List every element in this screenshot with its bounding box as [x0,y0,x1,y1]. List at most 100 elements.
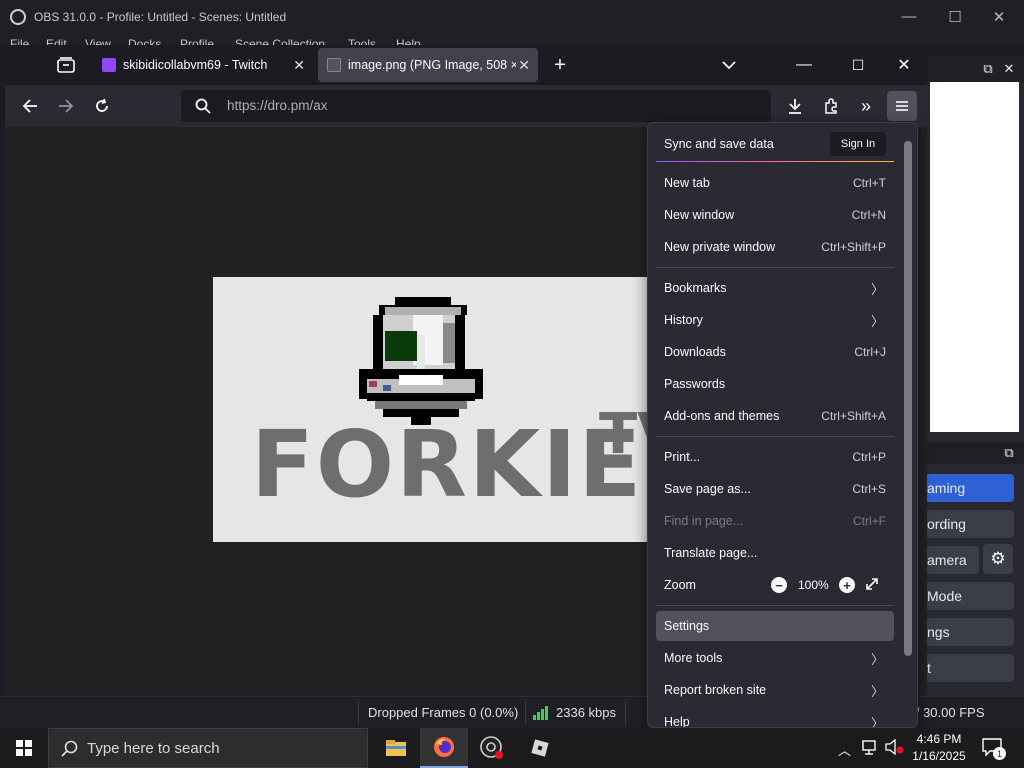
minimize-icon[interactable]: — [886,0,932,33]
menu-new-tab[interactable]: New tab Ctrl+T [656,168,894,198]
chevron-right-icon: 〉 [870,281,884,297]
menu-passwords[interactable]: Passwords [656,369,894,399]
taskbar-search-box[interactable]: Type here to search [48,728,368,768]
close-window-icon[interactable]: ✕ [893,54,915,76]
menu-downloads[interactable]: Downloads Ctrl+J [656,337,894,367]
navigation-toolbar: https://dro.pm/ax » [5,85,927,127]
settings-button[interactable]: ngs [925,618,1014,646]
overflow-chevrons-icon[interactable]: » [855,95,877,117]
menu-edit[interactable]: Edit [46,37,67,45]
chevron-up-icon[interactable]: ︿ [838,740,851,759]
gear-icon[interactable]: ⚙ [983,544,1013,574]
network-icon[interactable] [862,739,880,758]
start-recording-button[interactable]: ording [925,510,1014,538]
close-tab-icon[interactable]: ✕ [518,57,530,74]
shortcut: Ctrl+F [853,514,886,528]
menu-settings[interactable]: Settings [656,611,894,641]
menu-new-window[interactable]: New window Ctrl+N [656,200,894,230]
preview-dock-header: ⧉ ✕ [925,56,1024,82]
speaker-muted-icon[interactable] [885,738,905,758]
dock-close-icon[interactable]: ✕ [1000,60,1018,78]
windows-start-icon[interactable] [0,728,48,768]
menu-tools[interactable]: Tools [348,37,376,45]
roblox-icon[interactable] [516,728,564,768]
menu-addons-themes[interactable]: Add-ons and themes Ctrl+Shift+A [656,401,894,431]
studio-mode-button[interactable]: Mode [925,582,1014,610]
menu-label: Passwords [664,377,726,391]
menu-label: Translate page... [664,546,758,560]
hamburger-menu-icon[interactable] [887,91,917,121]
menu-docks[interactable]: Docks [128,37,161,45]
menu-label: Print... [664,450,701,464]
chevron-right-icon: 〉 [870,313,884,329]
menu-bookmarks[interactable]: Bookmarks 〉 [656,273,894,303]
menu-history[interactable]: History 〉 [656,305,894,335]
chevron-right-icon: 〉 [870,651,884,667]
zoom-in-icon[interactable]: + [839,577,855,593]
start-streaming-button[interactable]: aming [925,474,1014,502]
menu-view[interactable]: View [85,37,111,45]
menu-new-private-window[interactable]: New private window Ctrl+Shift+P [656,232,894,262]
reload-icon[interactable] [91,95,113,117]
divider [525,701,526,725]
menu-save-page[interactable]: Save page as... Ctrl+S [656,474,894,504]
menu-more-tools[interactable]: More tools 〉 [656,643,894,673]
virtual-camera-button[interactable]: amera [925,546,979,574]
obs-logo-icon [10,8,26,25]
new-tab-icon[interactable]: + [549,54,571,76]
chevron-right-icon: 〉 [870,683,884,699]
menu-help[interactable]: Help [396,37,421,45]
menu-profile[interactable]: Profile [180,37,214,45]
sync-label: Sync and save data [664,137,774,151]
close-tab-icon[interactable]: ✕ [293,57,305,74]
chevron-down-icon[interactable] [718,54,740,76]
download-icon[interactable] [784,95,806,117]
undock-icon[interactable]: ⧉ [1000,444,1018,462]
back-icon[interactable] [19,95,41,117]
sign-in-button[interactable]: Sign In [830,132,886,156]
menu-print[interactable]: Print... Ctrl+P [656,442,894,472]
file-explorer-icon[interactable] [372,728,420,768]
tab-image[interactable]: image.png (PNG Image, 508 × 265 pixels) … [318,48,538,82]
obs-taskbar-icon[interactable] [468,728,516,768]
zoom-out-icon[interactable]: − [771,577,787,593]
notification-count: 1 [993,747,1006,760]
menu-help[interactable]: Help 〉 [656,707,894,728]
search-placeholder: Type here to search [87,739,220,757]
menu-label: New private window [664,240,776,254]
zoom-level[interactable]: 100% [798,578,829,592]
clock-date: 1/16/2025 [912,749,966,763]
controls-dock-header: ⧉ [925,442,1024,464]
close-icon[interactable]: ✕ [976,0,1022,33]
bitrate: 2336 kbps [556,705,616,720]
menu-scrollbar-thumb[interactable] [904,141,912,656]
maximize-icon[interactable]: ☐ [932,0,978,33]
tab-twitch[interactable]: skibidicollabvm69 - Twitch ✕ [93,48,313,82]
forkie-tv-image: FORKIE TV [213,277,721,542]
forward-icon[interactable] [55,95,77,117]
firefox-icon[interactable] [420,728,468,768]
tab-label: skibidicollabvm69 - Twitch [123,58,268,72]
chevron-right-icon: 〉 [870,715,884,728]
menu-translate-page[interactable]: Translate page... [656,538,894,568]
search-icon [193,96,213,116]
minimize-icon[interactable]: — [793,54,815,76]
signal-bars-icon [533,706,549,723]
menu-file[interactable]: File [10,37,29,45]
maximize-icon[interactable]: ☐ [847,54,869,76]
extensions-icon[interactable] [820,95,842,117]
fullscreen-icon[interactable] [864,576,880,595]
shortcut: Ctrl+P [852,450,886,464]
menu-report-broken-site[interactable]: Report broken site 〉 [656,675,894,705]
menu-label: More tools [664,651,723,665]
undock-icon[interactable]: ⧉ [979,60,997,78]
exit-button[interactable]: t [925,654,1014,682]
preview-canvas [930,82,1019,432]
url-bar[interactable]: https://dro.pm/ax [181,90,771,122]
shortcut: Ctrl+N [851,208,886,222]
menu-label: New tab [664,176,710,190]
menu-scene-collection[interactable]: Scene Collection [235,37,325,45]
system-clock[interactable]: 4:46 PM 1/16/2025 [906,731,972,765]
tab-list-icon[interactable] [55,55,77,75]
firefox-app-menu: Sync and save data Sign In New tab Ctrl+T… [647,122,918,728]
